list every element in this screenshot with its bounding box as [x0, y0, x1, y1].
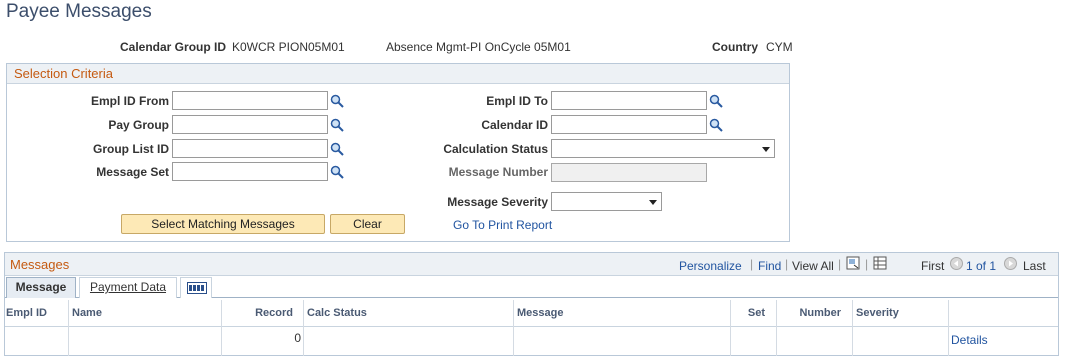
col-message[interactable]: Message	[517, 304, 564, 326]
row-range: 1 of 1	[966, 259, 997, 273]
selection-criteria-title: Selection Criteria	[14, 66, 113, 81]
message-severity-label: Message Severity	[447, 195, 548, 209]
calculation-status-label: Calculation Status	[443, 142, 548, 156]
empl-id-from-label: Empl ID From	[90, 94, 169, 108]
calendar-group-label: Calendar Group ID	[120, 40, 227, 54]
pay-group-input[interactable]	[172, 115, 328, 134]
page-title: Payee Messages	[6, 1, 152, 22]
message-number-input	[551, 163, 707, 182]
calendar-id-input[interactable]	[551, 115, 707, 134]
country-label: Country	[712, 40, 758, 54]
group-list-id-input[interactable]	[172, 139, 328, 158]
nav-separator: |	[750, 257, 754, 271]
message-number-label: Message Number	[448, 165, 548, 179]
col-name[interactable]: Name	[72, 304, 102, 326]
prev-arrow-icon[interactable]	[950, 257, 963, 270]
empl-id-to-lookup-icon[interactable]	[709, 94, 723, 108]
cell-record: 0	[294, 331, 301, 345]
show-all-columns-icon	[187, 282, 207, 294]
clear-button[interactable]: Clear	[330, 214, 405, 234]
calendar-id-lookup-icon[interactable]	[709, 118, 723, 132]
tab-payment-data[interactable]: Payment Data	[79, 277, 177, 298]
col-record[interactable]: Record	[226, 304, 293, 326]
country-value: CYM	[766, 40, 793, 54]
download-icon[interactable]	[873, 256, 887, 270]
calculation-status-select[interactable]	[551, 139, 775, 158]
last-label: Last	[1023, 259, 1046, 273]
empl-id-to-label: Empl ID To	[486, 94, 548, 108]
calendar-id-label: Calendar ID	[481, 118, 548, 132]
view-all-link[interactable]: View All	[792, 259, 834, 273]
empl-id-from-input[interactable]	[172, 91, 328, 110]
find-link[interactable]: Find	[758, 259, 781, 273]
col-calc-status[interactable]: Calc Status	[307, 304, 367, 326]
chevron-down-icon	[762, 147, 770, 152]
table-row	[5, 327, 1058, 355]
message-set-lookup-icon[interactable]	[330, 165, 344, 179]
show-all-columns-tab[interactable]	[180, 277, 212, 298]
pay-group-lookup-icon[interactable]	[330, 118, 344, 132]
empl-id-to-input[interactable]	[551, 91, 707, 110]
col-set[interactable]: Set	[733, 304, 765, 326]
go-to-print-report-link[interactable]: Go To Print Report	[453, 218, 552, 232]
personalize-link[interactable]: Personalize	[679, 259, 742, 273]
message-set-label: Message Set	[96, 165, 169, 179]
col-number[interactable]: Number	[780, 304, 841, 326]
zoom-icon[interactable]	[846, 256, 860, 270]
group-list-id-lookup-icon[interactable]	[330, 142, 344, 156]
group-list-id-label: Group List ID	[93, 142, 169, 156]
nav-separator: |	[865, 257, 869, 271]
next-arrow-icon[interactable]	[1004, 257, 1017, 270]
col-empl-id[interactable]: Empl ID	[6, 304, 47, 326]
select-matching-messages-button[interactable]: Select Matching Messages	[121, 214, 325, 234]
messages-title: Messages	[10, 257, 70, 272]
col-severity[interactable]: Severity	[856, 304, 899, 326]
first-label: First	[921, 259, 945, 273]
empl-id-from-lookup-icon[interactable]	[330, 94, 344, 108]
nav-separator: |	[838, 257, 842, 271]
calendar-group-desc: Absence Mgmt-PI OnCycle 05M01	[386, 40, 571, 54]
chevron-down-icon	[649, 200, 657, 205]
nav-separator: |	[785, 257, 789, 271]
pay-group-label: Pay Group	[108, 118, 169, 132]
selection-criteria-header: Selection Criteria	[7, 64, 789, 84]
tab-message[interactable]: Message	[6, 277, 76, 298]
message-severity-select[interactable]	[551, 192, 662, 211]
message-set-input[interactable]	[172, 162, 328, 181]
details-link[interactable]: Details	[951, 333, 988, 347]
calendar-group-value: K0WCR PION05M01	[232, 40, 345, 54]
messages-header-bar	[5, 253, 1058, 276]
